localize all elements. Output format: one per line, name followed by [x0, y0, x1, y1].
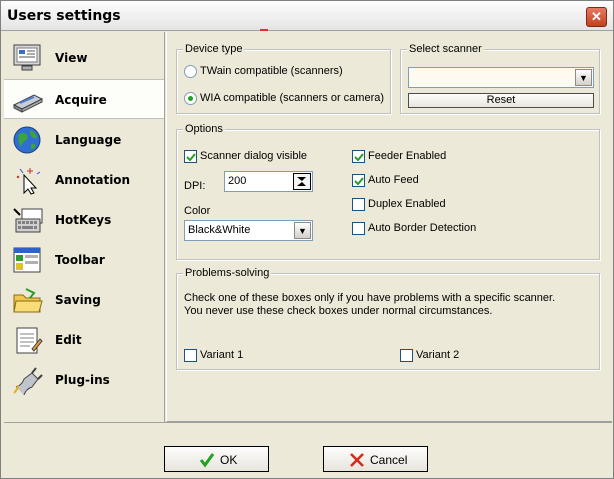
color-label: Color: [184, 205, 211, 217]
options-group: Options Scanner dialog visible DPI: 200 …: [176, 123, 600, 260]
globe-icon: [12, 125, 44, 155]
duplex-enabled-label[interactable]: Duplex Enabled: [368, 198, 446, 210]
color-select[interactable]: Black&White ▼: [184, 220, 313, 241]
sidebar-item-label: HotKeys: [55, 213, 112, 227]
title-accent-mark: [260, 29, 268, 31]
check-icon: [199, 452, 215, 471]
acquire-settings-panel: Device type TWain compatible (scanners) …: [166, 32, 612, 422]
sidebar-item-view[interactable]: View: [4, 38, 164, 78]
sidebar-item-toolbar[interactable]: Toolbar: [4, 240, 164, 280]
radio-selected-dot: [188, 96, 193, 101]
scanner-dialog-visible-label[interactable]: Scanner dialog visible: [200, 150, 307, 162]
color-select-value: Black&White: [188, 224, 251, 236]
dpi-value: 200: [228, 175, 247, 187]
monitor-icon: [12, 43, 44, 73]
close-icon: ✕: [591, 9, 602, 24]
variant-1-checkbox[interactable]: [184, 349, 197, 362]
folder-icon: [12, 285, 44, 315]
users-settings-window: Users settings ✕ View Acquire Language A…: [0, 0, 614, 479]
close-button[interactable]: ✕: [586, 7, 607, 27]
scanner-select[interactable]: ▼: [408, 67, 594, 88]
sidebar-item-edit[interactable]: Edit: [4, 320, 164, 360]
variant-2-checkbox[interactable]: [400, 349, 413, 362]
scanner-dialog-visible-checkbox[interactable]: [184, 150, 197, 163]
dpi-spinner[interactable]: 200: [224, 171, 313, 192]
sidebar-item-hotkeys[interactable]: HotKeys: [4, 200, 164, 240]
select-scanner-group: Select scanner ▼ Reset: [400, 43, 600, 114]
variant-2-label[interactable]: Variant 2: [416, 349, 459, 361]
sidebar-item-label: Saving: [55, 293, 101, 307]
auto-feed-label[interactable]: Auto Feed: [368, 174, 419, 186]
spin-arrows-icon[interactable]: [293, 173, 311, 190]
toolbar-icon: [12, 245, 44, 275]
options-legend: Options: [183, 123, 225, 135]
reset-button[interactable]: Reset: [408, 93, 594, 108]
sidebar-item-acquire[interactable]: Acquire: [4, 79, 164, 119]
sidebar-item-label: View: [55, 51, 88, 65]
auto-feed-checkbox[interactable]: [352, 174, 365, 187]
sidebar-item-label: Plug-ins: [55, 373, 110, 387]
device-type-legend: Device type: [183, 43, 245, 55]
twain-radio[interactable]: [184, 65, 197, 78]
ok-button-label: OK: [220, 453, 238, 467]
sidebar-item-annotation[interactable]: Annotation: [4, 160, 164, 200]
notepad-icon: [12, 325, 44, 355]
problems-solving-legend: Problems-solving: [183, 267, 272, 279]
auto-border-detection-label[interactable]: Auto Border Detection: [368, 222, 476, 234]
window-title: Users settings: [7, 8, 121, 24]
sidebar-item-label: Toolbar: [55, 253, 105, 267]
wia-radio[interactable]: [184, 92, 197, 105]
title-bar[interactable]: Users settings ✕: [1, 1, 613, 31]
sidebar-item-plug-ins[interactable]: Plug-ins: [4, 360, 164, 400]
sidebar-item-label: Annotation: [55, 173, 131, 187]
feeder-enabled-label[interactable]: Feeder Enabled: [368, 150, 446, 162]
select-scanner-legend: Select scanner: [407, 43, 484, 55]
sidebar-item-label: Language: [55, 133, 122, 147]
chevron-down-icon[interactable]: ▼: [294, 222, 311, 239]
sidebar-item-saving[interactable]: Saving: [4, 280, 164, 320]
feeder-enabled-checkbox[interactable]: [352, 150, 365, 163]
twain-radio-label[interactable]: TWain compatible (scanners): [200, 65, 343, 77]
variant-1-label[interactable]: Variant 1: [200, 349, 243, 361]
reset-button-label: Reset: [486, 94, 516, 106]
settings-sidebar: View Acquire Language Annotation HotKeys…: [4, 32, 165, 422]
device-type-group: Device type TWain compatible (scanners) …: [176, 43, 391, 114]
footer-separator: [4, 422, 612, 438]
x-icon: [349, 452, 365, 471]
keyboard-icon: [12, 205, 44, 235]
ok-button[interactable]: OK: [164, 446, 269, 472]
auto-border-detection-checkbox[interactable]: [352, 222, 365, 235]
problems-description-line1: Check one of these boxes only if you hav…: [184, 292, 556, 304]
cancel-button-label: Cancel: [370, 453, 408, 467]
plug-icon: [12, 365, 44, 396]
sidebar-item-label: Acquire: [55, 93, 107, 107]
dpi-label: DPI:: [184, 180, 206, 192]
wia-radio-label[interactable]: WIA compatible (scanners or camera): [200, 92, 384, 104]
duplex-enabled-checkbox[interactable]: [352, 198, 365, 211]
cursor-sparkle-icon: [12, 165, 44, 195]
problems-solving-group: Problems-solving Check one of these boxe…: [176, 267, 600, 370]
sidebar-item-label: Edit: [55, 333, 82, 347]
cancel-button[interactable]: Cancel: [323, 446, 428, 472]
sidebar-item-language[interactable]: Language: [4, 120, 164, 160]
chevron-down-icon[interactable]: ▼: [575, 69, 592, 86]
problems-description-line2: You never use these check boxes under no…: [184, 305, 493, 317]
scanner-icon: [12, 85, 44, 115]
